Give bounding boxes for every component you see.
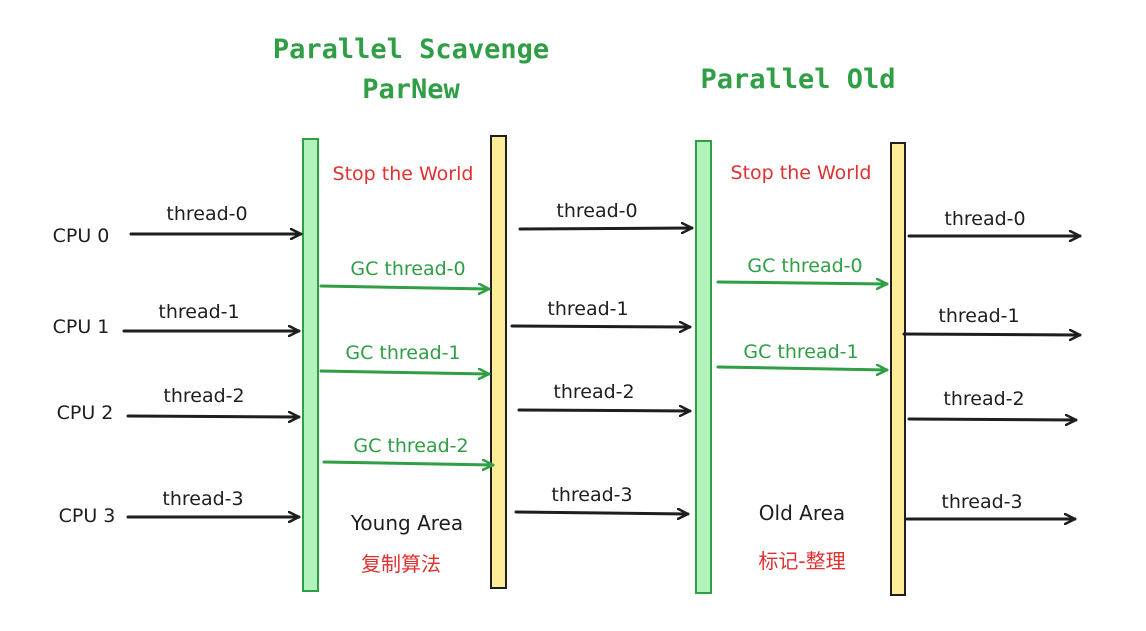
mid-thread-3-label: thread-3	[551, 484, 632, 506]
young-stw-start-bar	[302, 138, 319, 592]
out-thread-1-arrow	[902, 334, 1082, 335]
out-thread-1-label: thread-1	[938, 305, 1019, 327]
old-gc-thread-0-label: GC thread-0	[747, 255, 862, 277]
young-gc-thread-1-arrow	[319, 371, 491, 374]
young-gc-thread-0-arrow	[319, 286, 491, 289]
cpu-0-label: CPU 0	[53, 225, 110, 247]
out-thread-2-arrow	[907, 419, 1078, 420]
old-stw-end-bar	[890, 142, 906, 596]
out-thread-3-label: thread-3	[941, 491, 1022, 513]
mid-thread-0-label: thread-0	[556, 200, 637, 222]
old-stw-start-bar	[695, 140, 712, 594]
old-title: Parallel Old	[700, 64, 895, 95]
young-gc-thread-0-label: GC thread-0	[350, 258, 465, 280]
mid-thread-3-arrow	[514, 512, 690, 514]
cpu-2-label: CPU 2	[57, 402, 114, 424]
young-stw-end-bar	[490, 135, 507, 589]
old-area-algorithm: 标记-整理	[758, 549, 845, 573]
cpu2-thread-arrow	[126, 416, 301, 417]
mid-thread-1-label: thread-1	[547, 298, 628, 320]
mid-thread-1-arrow	[510, 326, 692, 327]
young-title-line2: ParNew	[362, 74, 460, 105]
young-area-algorithm: 复制算法	[361, 552, 441, 576]
young-gc-thread-2-label: GC thread-2	[353, 435, 468, 457]
old-gc-thread-1-label: GC thread-1	[743, 341, 858, 363]
cpu-3-label: CPU 3	[59, 505, 116, 527]
cpu2-thread-label: thread-2	[163, 385, 244, 407]
out-thread-2-label: thread-2	[943, 388, 1024, 410]
young-stop-the-world-label: Stop the World	[333, 163, 474, 185]
cpu0-thread-label: thread-0	[166, 203, 247, 225]
young-gc-thread-1-label: GC thread-1	[345, 342, 460, 364]
young-title-line1: Parallel Scavenge	[273, 34, 549, 65]
mid-thread-0-arrow	[518, 228, 694, 229]
mid-thread-2-label: thread-2	[553, 381, 634, 403]
young-gc-thread-2-arrow	[322, 462, 495, 465]
old-area-label: Old Area	[759, 501, 845, 525]
old-gc-thread-0-arrow	[716, 282, 889, 284]
out-thread-0-label: thread-0	[944, 208, 1025, 230]
old-stop-the-world-label: Stop the World	[731, 162, 872, 184]
cpu-1-label: CPU 1	[53, 316, 110, 338]
cpu1-thread-label: thread-1	[158, 301, 239, 323]
old-gc-thread-1-arrow	[716, 367, 889, 370]
cpu3-thread-label: thread-3	[162, 488, 243, 510]
mid-thread-2-arrow	[517, 410, 692, 411]
young-area-label: Young Area	[350, 511, 463, 535]
diagram-canvas: Parallel Scavenge ParNew Parallel Old St…	[53, 34, 1082, 596]
